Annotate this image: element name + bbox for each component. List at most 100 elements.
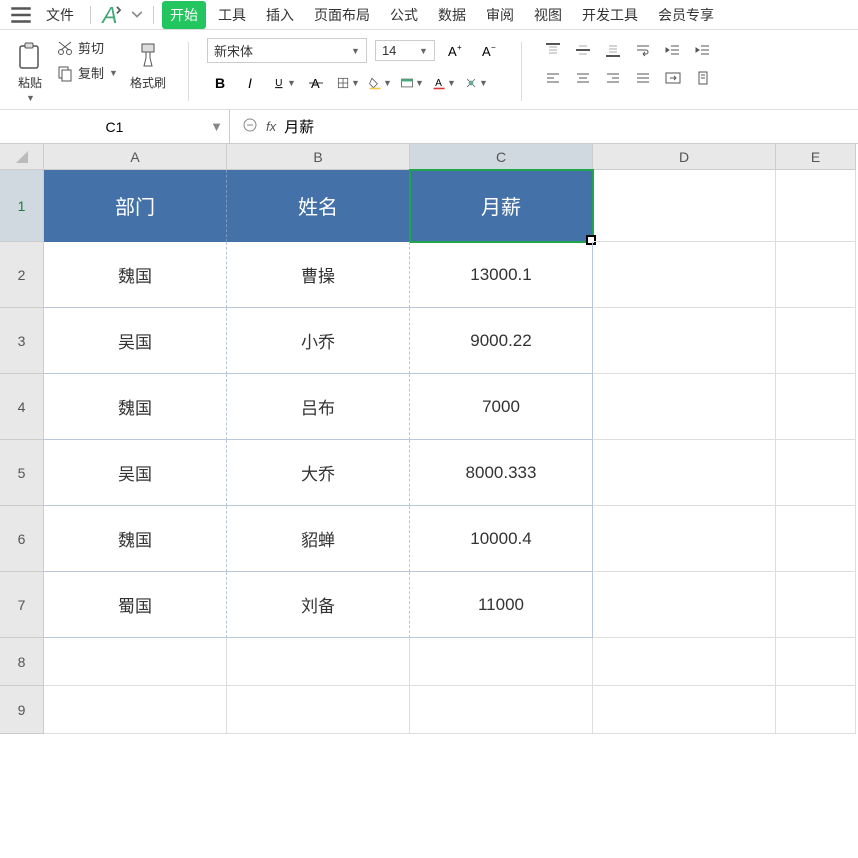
- row-header-6[interactable]: 6: [0, 506, 44, 572]
- cell-b6[interactable]: 貂蝉: [227, 506, 410, 572]
- tab-data[interactable]: 数据: [430, 1, 474, 29]
- row-header-8[interactable]: 8: [0, 638, 44, 686]
- cell-c3[interactable]: 9000.22: [410, 308, 593, 374]
- tab-tools[interactable]: 工具: [210, 1, 254, 29]
- cell-a8[interactable]: [44, 638, 227, 686]
- row-header-3[interactable]: 3: [0, 308, 44, 374]
- cell-e6[interactable]: [776, 506, 856, 572]
- cell-c6[interactable]: 10000.4: [410, 506, 593, 572]
- row-header-2[interactable]: 2: [0, 242, 44, 308]
- format-painter-button[interactable]: 格式刷: [126, 38, 170, 93]
- cell-c2[interactable]: 13000.1: [410, 242, 593, 308]
- cell-a4[interactable]: 魏国: [44, 374, 227, 440]
- cell-a3[interactable]: 吴国: [44, 308, 227, 374]
- cell-d3[interactable]: [593, 308, 776, 374]
- cell-b3[interactable]: 小乔: [227, 308, 410, 374]
- col-header-b[interactable]: B: [227, 144, 410, 170]
- align-right-icon[interactable]: [600, 66, 626, 90]
- tab-formula[interactable]: 公式: [382, 1, 426, 29]
- cell-b9[interactable]: [227, 686, 410, 734]
- cell-b5[interactable]: 大乔: [227, 440, 410, 506]
- cell-c8[interactable]: [410, 638, 593, 686]
- cell-c7[interactable]: 11000: [410, 572, 593, 638]
- cell-b4[interactable]: 吕布: [227, 374, 410, 440]
- cell-d9[interactable]: [593, 686, 776, 734]
- merge-cells-icon[interactable]: [660, 66, 686, 90]
- col-header-c[interactable]: C: [410, 144, 593, 170]
- font-name-select[interactable]: 新宋体 ▼: [207, 38, 367, 63]
- fx-icon[interactable]: fx: [266, 119, 276, 134]
- cell-b8[interactable]: [227, 638, 410, 686]
- copy-button[interactable]: 复制▼: [56, 63, 118, 82]
- cell-d7[interactable]: [593, 572, 776, 638]
- cell-c4[interactable]: 7000: [410, 374, 593, 440]
- hamburger-icon[interactable]: [8, 4, 34, 26]
- cell-e9[interactable]: [776, 686, 856, 734]
- chevron-down-icon[interactable]: ▼: [210, 119, 223, 134]
- cell-b1[interactable]: 姓名: [227, 170, 410, 242]
- cell-e1[interactable]: [776, 170, 856, 242]
- cell-e2[interactable]: [776, 242, 856, 308]
- row-header-9[interactable]: 9: [0, 686, 44, 734]
- cell-b2[interactable]: 曹操: [227, 242, 410, 308]
- cell-a7[interactable]: 蜀国: [44, 572, 227, 638]
- underline-icon[interactable]: U▼: [271, 71, 297, 95]
- cell-style-icon[interactable]: ▼: [399, 71, 425, 95]
- tab-review[interactable]: 审阅: [478, 1, 522, 29]
- tab-member[interactable]: 会员专享: [650, 1, 722, 29]
- cut-button[interactable]: 剪切: [56, 38, 118, 57]
- cell-d8[interactable]: [593, 638, 776, 686]
- tab-start[interactable]: 开始: [162, 1, 206, 29]
- tab-view[interactable]: 视图: [526, 1, 570, 29]
- decrease-font-icon[interactable]: A−: [477, 39, 503, 63]
- cell-c5[interactable]: 8000.333: [410, 440, 593, 506]
- cell-c1[interactable]: 月薪: [410, 170, 593, 242]
- italic-icon[interactable]: I: [239, 71, 265, 95]
- row-header-7[interactable]: 7: [0, 572, 44, 638]
- orientation-icon[interactable]: [690, 66, 716, 90]
- wrap-text-icon[interactable]: [630, 38, 656, 62]
- cell-reference-input[interactable]: [55, 119, 175, 135]
- strikethrough-icon[interactable]: A: [303, 71, 329, 95]
- text-format-icon[interactable]: A: [99, 4, 125, 26]
- align-center-icon[interactable]: [570, 66, 596, 90]
- tab-insert[interactable]: 插入: [258, 1, 302, 29]
- cell-e8[interactable]: [776, 638, 856, 686]
- align-left-icon[interactable]: [540, 66, 566, 90]
- row-header-1[interactable]: 1: [0, 170, 44, 242]
- formula-input[interactable]: [284, 118, 846, 135]
- increase-font-icon[interactable]: A+: [443, 39, 469, 63]
- paste-button[interactable]: 粘贴▼: [12, 38, 48, 105]
- align-middle-icon[interactable]: [570, 38, 596, 62]
- cell-a9[interactable]: [44, 686, 227, 734]
- col-header-a[interactable]: A: [44, 144, 227, 170]
- cell-a1[interactable]: 部门: [44, 170, 227, 242]
- bold-icon[interactable]: B: [207, 71, 233, 95]
- select-all-corner[interactable]: [0, 144, 44, 170]
- cell-c9[interactable]: [410, 686, 593, 734]
- align-top-icon[interactable]: [540, 38, 566, 62]
- col-header-e[interactable]: E: [776, 144, 856, 170]
- cell-a6[interactable]: 魏国: [44, 506, 227, 572]
- cell-e4[interactable]: [776, 374, 856, 440]
- decrease-indent-icon[interactable]: [660, 38, 686, 62]
- justify-icon[interactable]: [630, 66, 656, 90]
- row-header-4[interactable]: 4: [0, 374, 44, 440]
- font-color-icon[interactable]: A▼: [431, 71, 457, 95]
- align-bottom-icon[interactable]: [600, 38, 626, 62]
- cell-e3[interactable]: [776, 308, 856, 374]
- cell-e5[interactable]: [776, 440, 856, 506]
- cell-d2[interactable]: [593, 242, 776, 308]
- border-icon[interactable]: ▼: [335, 71, 361, 95]
- font-size-select[interactable]: 14 ▼: [375, 40, 435, 61]
- cell-a2[interactable]: 魏国: [44, 242, 227, 308]
- cell-e7[interactable]: [776, 572, 856, 638]
- cell-d4[interactable]: [593, 374, 776, 440]
- col-header-d[interactable]: D: [593, 144, 776, 170]
- dropdown-icon[interactable]: [129, 4, 145, 26]
- cell-d5[interactable]: [593, 440, 776, 506]
- highlight-icon[interactable]: ▼: [463, 71, 489, 95]
- cancel-icon[interactable]: [242, 117, 258, 136]
- cell-d6[interactable]: [593, 506, 776, 572]
- row-header-5[interactable]: 5: [0, 440, 44, 506]
